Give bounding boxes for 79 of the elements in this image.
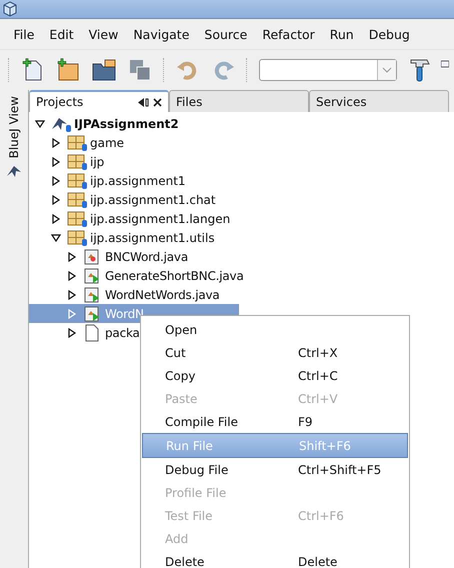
- save-all-icon[interactable]: [128, 58, 152, 82]
- menu-item-label: Add: [164, 532, 190, 546]
- hammer-icon[interactable]: [408, 57, 432, 83]
- context-menu-item[interactable]: Compile File F9: [142, 410, 408, 433]
- context-menu-item[interactable]: Debug File Ctrl+Shift+F5: [142, 458, 408, 481]
- tree-item-label[interactable]: IJPAssignment2: [73, 116, 179, 130]
- panel-tab[interactable]: Projects: [29, 90, 169, 112]
- minimize-icon[interactable]: [138, 98, 149, 106]
- expand-icon[interactable]: [67, 328, 77, 338]
- tree-item-label[interactable]: packa: [101, 326, 140, 340]
- menu-item[interactable]: Navigate: [126, 27, 197, 49]
- shortcut-label: Ctrl+F6: [298, 508, 344, 522]
- expand-icon[interactable]: [51, 156, 61, 166]
- menu-item[interactable]: View: [81, 27, 126, 49]
- context-menu-item[interactable]: Delete Delete: [142, 550, 408, 568]
- context-menu-item[interactable]: Cut Ctrl+X: [142, 341, 408, 364]
- tree-item-label[interactable]: game: [89, 136, 124, 150]
- expand-icon[interactable]: [67, 290, 77, 300]
- menu-item[interactable]: Edit: [42, 27, 82, 49]
- package-icon: [67, 228, 89, 246]
- new-project-icon[interactable]: [56, 58, 80, 82]
- java-class-icon: [83, 248, 101, 266]
- shortcut-label: Ctrl+V: [298, 392, 338, 406]
- side-tab[interactable]: BlueJ View: [7, 94, 21, 160]
- menu-item-label: Paste: [164, 392, 198, 406]
- java-main-class-icon: [83, 304, 101, 322]
- tree-item-label[interactable]: ijp.assignment1: [89, 174, 186, 188]
- bird-icon[interactable]: [6, 164, 22, 178]
- package-icon: [67, 190, 89, 208]
- shortcut-label: Ctrl+X: [298, 346, 338, 360]
- java-main-class-icon: [83, 266, 101, 284]
- tree-item-label[interactable]: ijp.assignment1.langen: [89, 212, 230, 226]
- collapse-icon[interactable]: [51, 232, 61, 242]
- package-icon: [67, 152, 89, 170]
- menu-item[interactable]: Refactor: [254, 27, 322, 49]
- panel-tab[interactable]: Services: [309, 90, 449, 112]
- panel-tab[interactable]: Files: [169, 90, 309, 112]
- folder-icon[interactable]: [91, 58, 117, 82]
- tree-item-label[interactable]: GenerateShortBNC.java: [101, 268, 244, 282]
- menu-item-label: Compile File: [164, 414, 239, 428]
- shortcut-label: Shift+F6: [299, 438, 351, 452]
- expand-icon[interactable]: [67, 270, 77, 280]
- menu-item-label: Debug File: [164, 462, 230, 476]
- configuration-dropdown[interactable]: [259, 59, 397, 81]
- tree-item-label[interactable]: WordNetWords.java: [101, 288, 220, 302]
- menu-item-label: Profile File: [164, 486, 228, 500]
- menu-item[interactable]: Debug: [361, 27, 418, 49]
- menu-item[interactable]: Run: [322, 27, 362, 49]
- tree-item-label[interactable]: BNCWord.java: [101, 250, 188, 264]
- menu-item-label: Test File: [164, 508, 214, 522]
- java-main-class-icon: [83, 286, 101, 304]
- menu-item-label: Copy: [164, 368, 196, 382]
- chevron-down-icon: [382, 67, 392, 73]
- menu-item[interactable]: Source: [196, 27, 255, 49]
- context-menu-item[interactable]: Copy Ctrl+C: [142, 364, 408, 387]
- collapse-icon[interactable]: [35, 118, 45, 128]
- expand-icon[interactable]: [51, 138, 61, 148]
- close-icon[interactable]: [153, 98, 162, 106]
- expand-icon[interactable]: [67, 252, 77, 262]
- cube-icon: [3, 1, 17, 17]
- menu-item-label: Delete: [164, 554, 206, 568]
- shortcut-label: Ctrl+Shift+F5: [298, 462, 382, 476]
- shortcut-label: Delete: [298, 554, 338, 568]
- expand-icon[interactable]: [51, 176, 61, 186]
- expand-icon[interactable]: [51, 214, 61, 224]
- package-icon: [67, 134, 89, 152]
- shortcut-label: Ctrl+C: [298, 368, 338, 382]
- menu-item-label: Run File: [165, 438, 214, 452]
- toolbar-icon[interactable]: [441, 60, 449, 70]
- tree-item-label[interactable]: ijp: [89, 154, 104, 168]
- tree-item-label[interactable]: ijp.assignment1.utils: [89, 230, 215, 244]
- package-icon: [67, 210, 89, 228]
- menu-item[interactable]: File: [6, 27, 42, 49]
- menu-item-label: Open: [164, 322, 198, 336]
- menu-item-label: Cut: [164, 346, 187, 360]
- tree-item-label[interactable]: ijp.assignment1.chat: [89, 192, 216, 206]
- package-icon: [67, 172, 89, 190]
- expand-icon[interactable]: [51, 194, 61, 204]
- shortcut-label: F9: [298, 414, 313, 428]
